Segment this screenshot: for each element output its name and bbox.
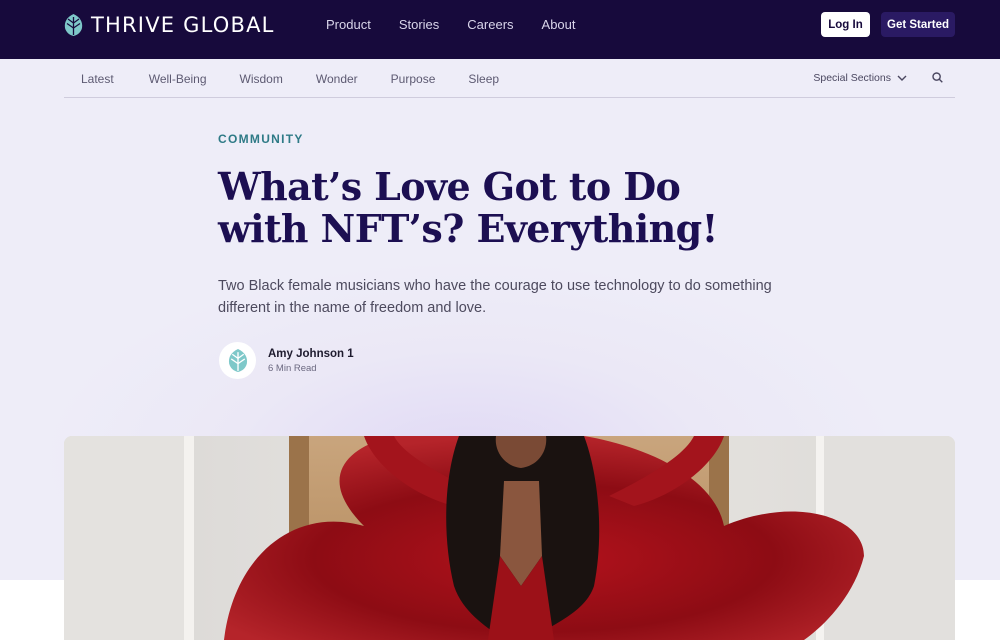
section-nav: Latest Well-Being Wisdom Wonder Purpose … xyxy=(64,59,955,98)
special-sections-dropdown[interactable]: Special Sections xyxy=(813,72,907,84)
brand-logo[interactable]: THRIVE GLOBAL xyxy=(63,12,275,38)
search-icon[interactable] xyxy=(932,72,943,83)
leaf-logo-icon xyxy=(228,349,247,372)
read-time: 6 Min Read xyxy=(268,363,317,374)
article-subtitle: Two Black female musicians who have the … xyxy=(218,278,772,316)
section-well-being[interactable]: Well-Being xyxy=(149,72,207,87)
section-latest[interactable]: Latest xyxy=(81,72,114,87)
nav-careers[interactable]: Careers xyxy=(467,17,513,33)
article-hero-image xyxy=(64,436,955,640)
author-name[interactable]: Amy Johnson 1 xyxy=(268,348,354,360)
login-button[interactable]: Log In xyxy=(821,12,870,37)
nav-about[interactable]: About xyxy=(542,17,576,33)
nav-product[interactable]: Product xyxy=(326,17,371,33)
chevron-down-icon xyxy=(897,75,907,81)
author-avatar[interactable] xyxy=(219,342,256,379)
brand-name: THRIVE GLOBAL xyxy=(91,13,275,37)
main-nav: Product Stories Careers About xyxy=(326,17,604,33)
section-nav-items: Latest Well-Being Wisdom Wonder Purpose … xyxy=(81,72,499,87)
section-sleep[interactable]: Sleep xyxy=(468,72,499,87)
section-wisdom[interactable]: Wisdom xyxy=(240,72,283,87)
article-category[interactable]: COMMUNITY xyxy=(218,132,304,146)
nav-stories[interactable]: Stories xyxy=(399,17,439,33)
article-title: What’s Love Got to Do with NFT’s? Everyt… xyxy=(218,164,718,251)
section-wonder[interactable]: Wonder xyxy=(316,72,358,87)
hero-photo-illustration xyxy=(64,436,955,640)
get-started-button[interactable]: Get Started xyxy=(881,12,955,37)
special-sections-label: Special Sections xyxy=(813,72,891,84)
leaf-logo-icon xyxy=(64,14,83,36)
site-header: THRIVE GLOBAL Product Stories Careers Ab… xyxy=(0,0,1000,59)
section-purpose[interactable]: Purpose xyxy=(391,72,436,87)
